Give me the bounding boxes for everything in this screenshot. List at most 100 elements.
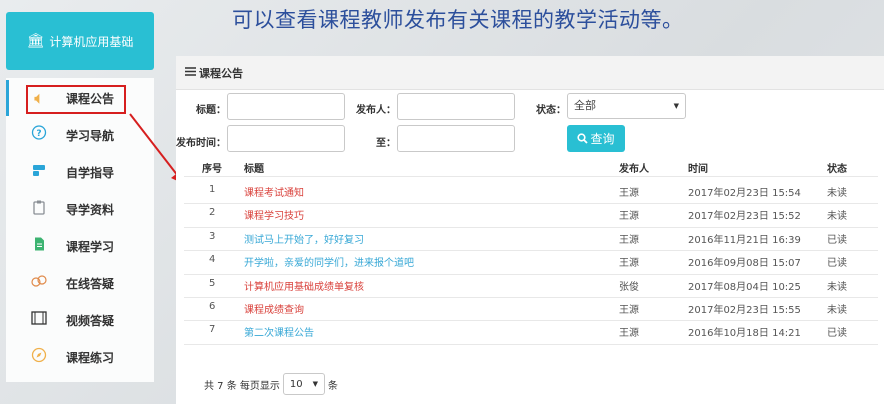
caret-down-icon: ▼ (312, 380, 319, 388)
headline-caption: 可以查看课程教师发布有关课程的教学活动等。 (232, 8, 684, 32)
row-divider (184, 203, 878, 205)
cell-publisher: 张俊 (619, 281, 639, 293)
pager-total-text: 共 7 条 每页显示 (204, 380, 280, 392)
query-button-label: 查询 (590, 132, 615, 146)
row-divider (184, 273, 878, 275)
title-filter-label: 标题： (196, 105, 226, 116)
cell-status: 未读 (827, 211, 847, 223)
film-icon (28, 311, 50, 329)
time-to-input[interactable] (397, 125, 515, 152)
cell-title[interactable]: 测试马上开始了，好好复习 (244, 231, 364, 246)
cell-time: 2016年10月18日 14:21 (688, 328, 801, 340)
sidebar-item-learning-navigation[interactable]: ? 学习导航 (6, 117, 154, 153)
sidebar-item-self-study-guide[interactable]: 自学指导 (6, 154, 154, 190)
list-icon (185, 66, 196, 79)
pagination: 共 7 条 每页显示 10 ▼ 条 (204, 372, 338, 396)
sidebar-item-label: 导学资料 (66, 202, 115, 217)
search-icon (577, 133, 589, 144)
sidebar-item-label: 视频答疑 (66, 313, 115, 328)
publisher-filter-input[interactable] (397, 93, 515, 120)
clipboard-icon (28, 199, 50, 219)
cell-no: 7 (209, 324, 216, 336)
title-filter-input[interactable] (227, 93, 345, 120)
status-select-value: 全部 (574, 99, 596, 112)
cell-no: 1 (209, 184, 216, 195)
cell-time: 2017年08月04日 10:25 (688, 281, 801, 293)
cell-status: 未读 (827, 305, 847, 316)
svg-text:?: ? (36, 129, 41, 139)
cell-publisher: 王源 (619, 258, 639, 270)
cell-status: 已读 (827, 328, 847, 340)
col-header-status: 状态 (827, 164, 847, 175)
cell-no: 2 (209, 207, 216, 219)
cell-title[interactable]: 计算机应用基础成绩单复核 (244, 278, 364, 293)
sidebar-item-video-qa[interactable]: 视频答疑 (6, 302, 154, 338)
table-header-divider (184, 176, 878, 177)
page-size-value: 10 (289, 378, 303, 390)
status-select[interactable]: 全部 ▼ (567, 93, 686, 119)
help-bubble-icon: ? (28, 125, 50, 145)
sidebar-item-label: 课程练习 (66, 350, 115, 365)
cell-status: 未读 (827, 281, 847, 293)
sidebar-item-label: 在线答疑 (66, 276, 115, 291)
cell-time: 2017年02月23日 15:52 (688, 211, 801, 223)
cell-publisher: 王源 (619, 305, 639, 316)
col-header-publisher: 发布人 (619, 164, 649, 175)
cell-time: 2017年02月23日 15:55 (688, 305, 801, 316)
time-from-input[interactable] (227, 125, 345, 152)
cell-publisher: 王源 (619, 188, 639, 199)
col-header-title: 标题 (244, 164, 264, 175)
document-icon (28, 236, 50, 256)
sidebar: 🔈︎ 课程公告 ? 学习导航 自学指导 导学资料 课程学习 在线答疑 视频答疑 … (6, 78, 154, 382)
panel-header: 课程公告 (176, 56, 884, 90)
annotation-highlight-box (26, 85, 126, 114)
institution-icon: 🏛 (26, 33, 45, 49)
caret-down-icon: ▼ (673, 102, 679, 110)
sidebar-item-label: 学习导航 (66, 128, 115, 143)
chat-icon (28, 273, 50, 293)
course-title: 计算机应用基础 (49, 34, 134, 49)
cell-no: 4 (209, 254, 216, 266)
cell-status: 已读 (827, 234, 847, 246)
cell-status: 已读 (827, 258, 847, 270)
cell-title[interactable]: 课程学习技巧 (244, 207, 304, 222)
cell-title[interactable]: 课程成绩查询 (244, 301, 304, 316)
course-title-box: 🏛 计算机应用基础 (6, 12, 154, 70)
cell-no: 5 (209, 277, 216, 289)
row-divider (184, 320, 878, 322)
pager-suffix-text: 条 (327, 380, 338, 392)
sidebar-item-course-practice[interactable]: 课程练习 (6, 339, 154, 375)
time-filter-label: 发布时间： (176, 138, 226, 149)
guide-icon (28, 162, 50, 182)
row-divider (184, 343, 878, 345)
cell-time: 2017年02月23日 15:54 (688, 188, 801, 199)
publisher-filter-label: 发布人： (356, 105, 396, 116)
cell-publisher: 王源 (619, 328, 639, 340)
compass-icon (28, 347, 50, 367)
cell-title[interactable]: 开学啦，亲爱的同学们，进来报个道吧 (244, 254, 414, 269)
cell-publisher: 王源 (619, 211, 639, 223)
col-header-time: 时间 (688, 164, 708, 175)
status-filter-label: 状态： (536, 105, 566, 116)
cell-status: 未读 (827, 188, 847, 199)
cell-time: 2016年09月08日 15:07 (688, 258, 801, 270)
time-to-label: 至： (376, 138, 396, 149)
cell-time: 2016年11月21日 16:39 (688, 234, 801, 246)
cell-title[interactable]: 第二次课程公告 (244, 324, 314, 339)
panel-title: 课程公告 (199, 66, 243, 80)
sidebar-item-label: 自学指导 (66, 165, 115, 180)
cell-publisher: 王源 (619, 234, 639, 246)
col-header-no: 序号 (202, 164, 222, 175)
page-size-select[interactable]: 10 ▼ (282, 373, 325, 395)
cell-no: 3 (209, 230, 216, 242)
cell-title[interactable]: 课程考试通知 (244, 184, 304, 199)
sidebar-item-course-study[interactable]: 课程学习 (6, 228, 154, 264)
sidebar-item-online-qa[interactable]: 在线答疑 (6, 265, 154, 301)
sidebar-item-study-materials[interactable]: 导学资料 (6, 191, 154, 227)
query-button[interactable]: 查询 (567, 125, 625, 152)
sidebar-item-label: 课程学习 (66, 239, 115, 254)
row-divider (184, 297, 878, 298)
cell-no: 6 (209, 301, 216, 312)
row-divider (184, 250, 878, 252)
announcement-panel: 课程公告 标题： 发布人： 状态： 全部 ▼ 发布时间： 至： 查询 序号 标题… (176, 56, 884, 404)
